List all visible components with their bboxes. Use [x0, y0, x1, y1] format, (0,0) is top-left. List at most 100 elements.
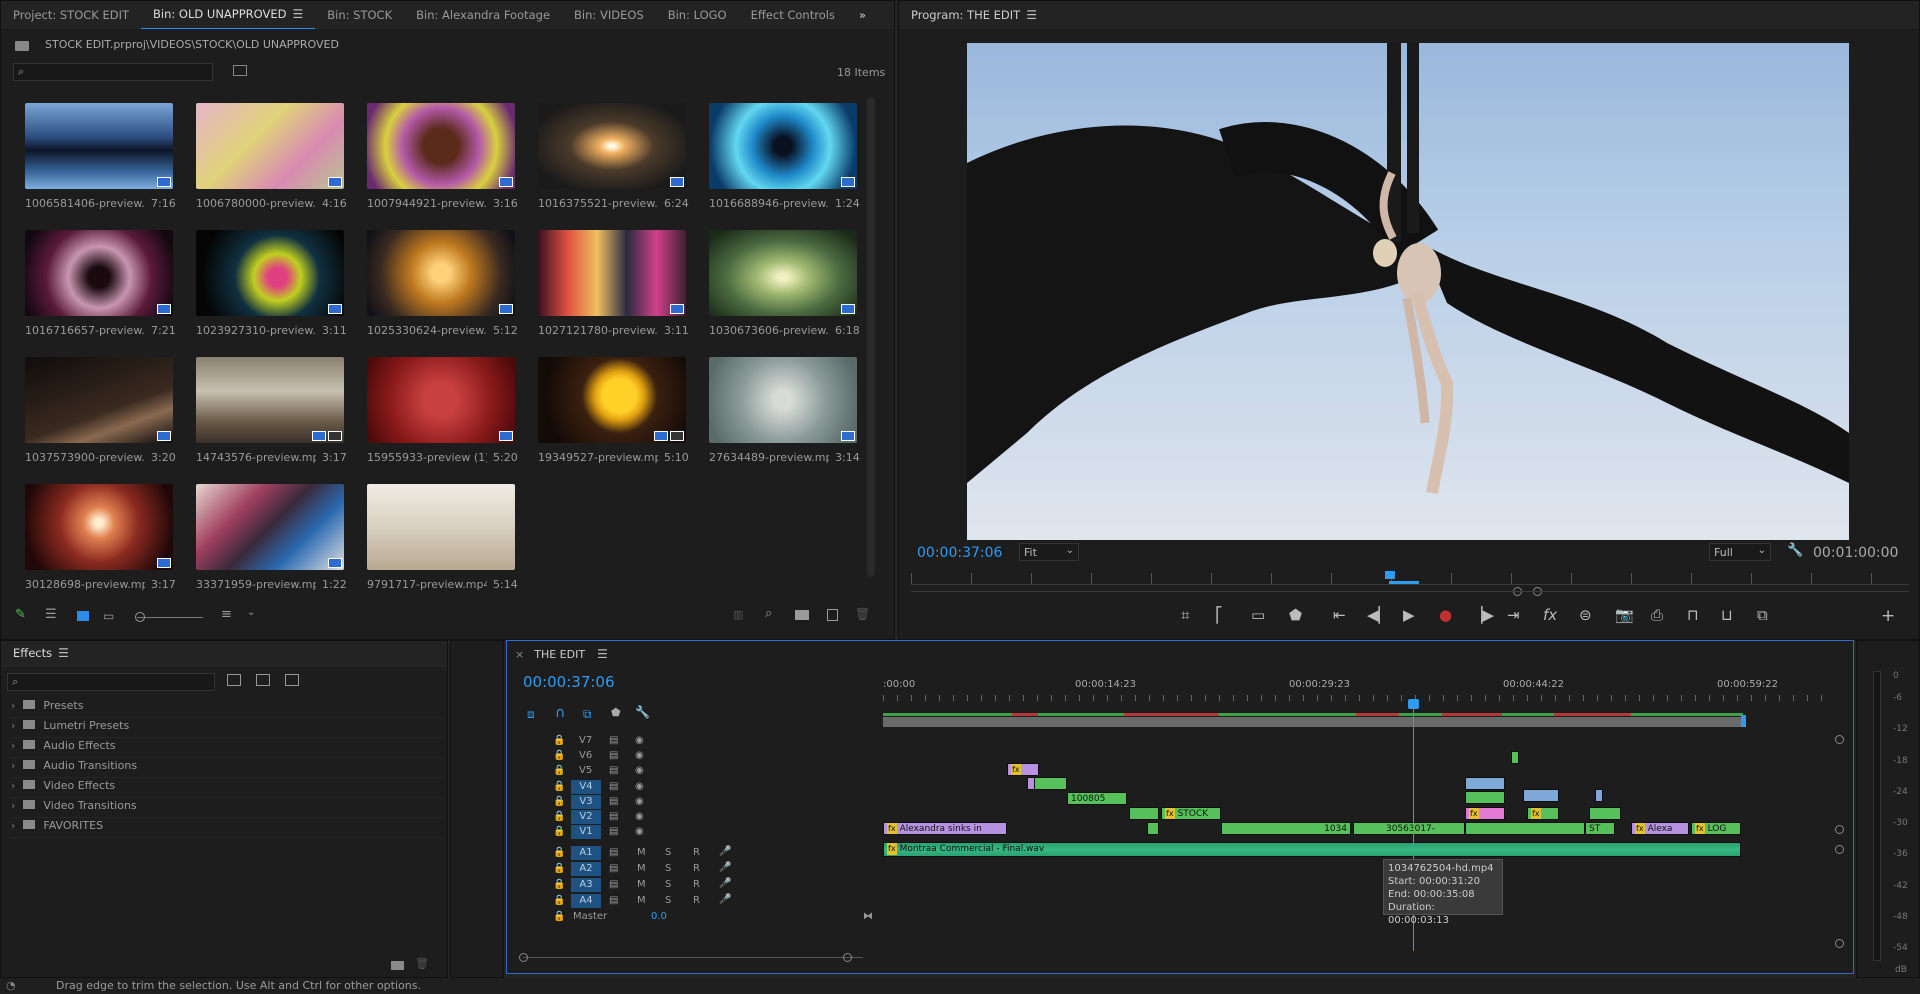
- lock-icon[interactable]: 🔒: [553, 765, 565, 776]
- timeline-zoom-bar[interactable]: [523, 957, 863, 958]
- sync-lock-icon[interactable]: ▤: [609, 863, 618, 874]
- tab-project[interactable]: Project: STOCK EDIT: [1, 1, 141, 29]
- clip-thumbnail[interactable]: [196, 484, 344, 570]
- mute-button[interactable]: M: [637, 895, 646, 906]
- effects-item[interactable]: › Video Transitions: [11, 799, 443, 818]
- eye-icon[interactable]: ◉: [635, 750, 644, 761]
- record-button[interactable]: R: [693, 863, 700, 874]
- effects-item[interactable]: › Audio Transitions: [11, 759, 443, 778]
- eye-icon[interactable]: ◉: [635, 796, 644, 807]
- track-area[interactable]: fx 100805 fx STOCK fx fx fx Alexandra sink…: [883, 729, 1783, 919]
- step-forward-icon[interactable]: ▕▶: [1471, 606, 1494, 624]
- clip-v5-a[interactable]: fx: [1007, 763, 1039, 776]
- extract-icon[interactable]: ⊔: [1721, 606, 1733, 624]
- track-target[interactable]: V3: [571, 795, 601, 809]
- clip-thumbnail[interactable]: [25, 484, 173, 570]
- fx-icon[interactable]: fx: [1543, 606, 1557, 624]
- 32bit-effects-icon[interactable]: [256, 674, 270, 686]
- timeline-tab[interactable]: × THE EDIT ☰: [515, 647, 608, 661]
- zoom-handle-left[interactable]: [519, 953, 528, 962]
- clip-v5-b[interactable]: [1511, 751, 1519, 764]
- clip-thumbnail[interactable]: [25, 103, 173, 189]
- snap-icon[interactable]: ∩: [555, 705, 565, 721]
- eye-icon[interactable]: ◉: [635, 781, 644, 792]
- lock-icon[interactable]: 🔒: [553, 879, 565, 890]
- program-playhead[interactable]: [1385, 571, 1395, 579]
- trash-icon[interactable]: 🗑: [415, 957, 429, 970]
- sync-lock-icon[interactable]: ▤: [609, 796, 618, 807]
- clip-thumbnail[interactable]: [25, 230, 173, 316]
- clip-alexa[interactable]: fx Alexa: [1631, 822, 1689, 835]
- tab-effect-controls[interactable]: Effect Controls: [739, 1, 847, 29]
- panel-menu-icon[interactable]: ☰: [1026, 8, 1037, 22]
- lift-icon[interactable]: ⊓: [1687, 606, 1699, 624]
- effects-search-input[interactable]: ⌕: [7, 673, 215, 691]
- add-marker-icon[interactable]: ⌗: [1181, 606, 1189, 624]
- track-target[interactable]: V1: [571, 825, 601, 839]
- panel-menu-icon[interactable]: ☰: [58, 646, 69, 660]
- program-title[interactable]: Program: THE EDIT ☰: [899, 1, 1049, 29]
- panel-menu-icon[interactable]: ☰: [293, 7, 304, 21]
- clip-v3-b[interactable]: [1465, 791, 1505, 804]
- record-icon[interactable]: ●: [1439, 606, 1452, 624]
- clip-v4-c[interactable]: [1465, 777, 1505, 790]
- audio-clip[interactable]: fx Montraa Commercial - Final.wav: [883, 842, 1741, 857]
- safe-margins-icon[interactable]: ▭: [1251, 606, 1265, 624]
- clip-1034[interactable]: 1034: [1221, 822, 1351, 835]
- track-target[interactable]: V4: [571, 780, 601, 794]
- program-timecode[interactable]: 00:00:37:06: [917, 545, 1002, 561]
- clip-thumbnail[interactable]: [538, 103, 686, 189]
- chevron-down-icon[interactable]: ⌄: [247, 607, 255, 618]
- wrench-icon[interactable]: 🔧: [1787, 543, 1803, 558]
- clip-v4-a[interactable]: [1031, 777, 1067, 790]
- marker-icon[interactable]: ⬟: [1289, 606, 1302, 624]
- record-button[interactable]: R: [693, 879, 700, 890]
- clip-thumbnail[interactable]: [196, 230, 344, 316]
- close-icon[interactable]: ×: [515, 648, 524, 661]
- mute-button[interactable]: M: [637, 879, 646, 890]
- lock-icon[interactable]: 🔒: [553, 796, 565, 807]
- zoom-handle-right[interactable]: [843, 953, 852, 962]
- microphone-icon[interactable]: 🎤: [719, 846, 731, 857]
- timeline-timecode[interactable]: 00:00:37:06: [523, 673, 615, 691]
- sync-lock-icon[interactable]: ▤: [609, 811, 618, 822]
- sync-lock-icon[interactable]: ▤: [609, 735, 618, 746]
- go-to-out-icon[interactable]: ⇥: [1507, 606, 1520, 624]
- solo-button[interactable]: S: [665, 847, 671, 858]
- zoom-bar[interactable]: [911, 591, 1909, 592]
- lock-icon[interactable]: 🔒: [553, 750, 565, 761]
- add-button-icon[interactable]: +: [1881, 606, 1895, 626]
- lock-icon[interactable]: 🔒: [553, 826, 565, 837]
- project-scrollbar[interactable]: [867, 97, 875, 577]
- tab-bin-videos[interactable]: Bin: VIDEOS: [562, 1, 656, 29]
- program-video-frame[interactable]: [967, 43, 1849, 540]
- find-icon[interactable]: ⌕: [765, 606, 772, 621]
- new-item-icon[interactable]: [827, 609, 838, 621]
- mute-button[interactable]: M: [637, 863, 646, 874]
- clip-stock[interactable]: fx STOCK: [1161, 807, 1221, 820]
- tab-bin-old-unapproved[interactable]: Bin: OLD UNAPPROVED ☰: [141, 1, 316, 29]
- lock-icon[interactable]: 🔒: [553, 847, 565, 858]
- eye-icon[interactable]: ◉: [635, 735, 644, 746]
- new-bin-icon[interactable]: [391, 961, 404, 970]
- record-button[interactable]: R: [693, 847, 700, 858]
- lock-icon[interactable]: 🔒: [553, 781, 565, 792]
- play-icon[interactable]: ▶: [1403, 606, 1415, 624]
- solo-button[interactable]: S: [665, 879, 671, 890]
- clip-v2-d[interactable]: fx: [1527, 807, 1559, 820]
- quality-dropdown[interactable]: Full ⌄: [1709, 543, 1771, 561]
- solo-button[interactable]: S: [665, 863, 671, 874]
- clip-v1-b[interactable]: [1147, 822, 1159, 835]
- vertical-scroll-handle[interactable]: [1835, 825, 1844, 834]
- microphone-icon[interactable]: 🎤: [719, 894, 731, 905]
- comparison-view-icon[interactable]: ⧉: [1757, 606, 1768, 624]
- new-bin-icon[interactable]: [795, 610, 809, 620]
- icon-view-icon[interactable]: [77, 611, 89, 621]
- sync-lock-icon[interactable]: ▤: [609, 847, 618, 858]
- clip-thumbnail[interactable]: [709, 103, 857, 189]
- effects-item[interactable]: › FAVORITES: [11, 819, 443, 838]
- search-input[interactable]: ⌕: [13, 63, 213, 81]
- lock-icon[interactable]: 🔒: [553, 811, 565, 822]
- tab-bin-stock[interactable]: Bin: STOCK: [315, 1, 404, 29]
- add-marker-icon[interactable]: ⬟: [611, 706, 621, 719]
